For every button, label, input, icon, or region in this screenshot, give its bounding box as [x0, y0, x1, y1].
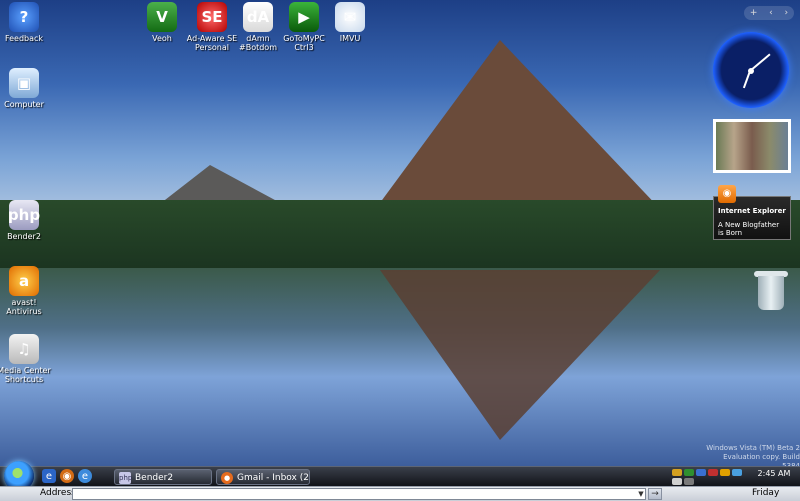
- desktop-icon-avast[interactable]: a avast! Antivirus: [0, 266, 56, 316]
- tray-icon[interactable]: [696, 469, 706, 476]
- sidebar-controls: + ‹ ›: [744, 6, 794, 20]
- ie-alt-quicklaunch-icon[interactable]: e: [78, 469, 92, 483]
- desktop-icon-imvu[interactable]: ✉ IMVU: [318, 2, 382, 43]
- media-center-icon: ♫: [9, 334, 39, 364]
- taskbar-clock[interactable]: 2:45 AM: [752, 469, 796, 478]
- help-icon: ?: [9, 2, 39, 32]
- recycle-bin[interactable]: [754, 268, 788, 312]
- watermark-line1: Windows Vista (TM) Beta 2: [706, 444, 800, 452]
- wallpaper-forest: [0, 200, 800, 270]
- clock-center: [748, 68, 754, 74]
- tray-icon[interactable]: [732, 469, 742, 476]
- tray-icon[interactable]: [672, 469, 682, 476]
- taskbar-button-gmail[interactable]: ● Gmail - Inbox (2) - ...: [216, 469, 310, 485]
- taskbar-button-label: Bender2: [135, 473, 174, 483]
- veoh-icon: V: [147, 2, 177, 32]
- add-gadget-button[interactable]: +: [750, 8, 758, 18]
- taskbar-button-bender2[interactable]: php Bender2: [114, 469, 212, 485]
- firefox-quicklaunch-icon[interactable]: ◉: [60, 469, 74, 483]
- desktop-icon-bender2[interactable]: php Bender2: [0, 200, 56, 241]
- desktop-icon-label: Feedback: [4, 34, 44, 43]
- desktop-icon-label: Media Center Shortcuts: [0, 366, 51, 384]
- slideshow-photo: [716, 122, 788, 170]
- recycle-bin-icon: [758, 276, 784, 310]
- address-toolbar: Address ▼ → Friday: [0, 486, 800, 501]
- feed-source: Internet Explorer: [718, 207, 786, 215]
- avast-icon: a: [9, 266, 39, 296]
- slideshow-gadget[interactable]: [713, 119, 791, 173]
- imvu-icon: ✉: [335, 2, 365, 32]
- desktop-icon-feedback[interactable]: ? Feedback: [0, 2, 56, 43]
- address-input[interactable]: [72, 488, 646, 500]
- gotomypc-icon: ▶: [289, 2, 319, 32]
- sidebar-prev-button[interactable]: ‹: [769, 8, 773, 18]
- adaware-icon: SE: [197, 2, 227, 32]
- desktop-icon-media-center[interactable]: ♫ Media Center Shortcuts: [0, 334, 56, 384]
- php-file-icon: php: [119, 472, 133, 484]
- chevron-down-icon[interactable]: ▼: [636, 489, 646, 499]
- desktop-icon-label: avast! Antivirus: [6, 298, 42, 316]
- computer-icon: ▣: [9, 68, 39, 98]
- desktop: ? Feedback ▣ Computer php Bender2 a avas…: [0, 0, 800, 466]
- php-file-icon: php: [8, 200, 40, 230]
- system-tray: [672, 469, 742, 485]
- desktop-icon-label: IMVU: [339, 34, 361, 43]
- firefox-icon: ●: [221, 472, 233, 484]
- feed-headlines-gadget[interactable]: ◉ Internet Explorer A New Blogfather is …: [713, 185, 791, 240]
- volume-icon[interactable]: [672, 478, 682, 485]
- day-label: Friday: [752, 488, 780, 498]
- feed-item[interactable]: A New Blogfather is Born: [718, 221, 786, 237]
- watermark-line2: Evaluation copy. Build 5384: [723, 453, 800, 466]
- clock-gadget[interactable]: [713, 32, 789, 108]
- go-button[interactable]: →: [648, 488, 662, 500]
- document-icon: dA: [243, 2, 273, 32]
- rss-icon: ◉: [718, 185, 736, 203]
- wallpaper-reflection: [380, 270, 660, 440]
- network-icon[interactable]: [684, 478, 694, 485]
- tray-icon[interactable]: [720, 469, 730, 476]
- desktop-icon-label: Computer: [4, 100, 44, 109]
- tray-icon[interactable]: [708, 469, 718, 476]
- ie-quicklaunch-icon[interactable]: e: [42, 469, 56, 483]
- desktop-icon-label: Bender2: [7, 232, 41, 241]
- sidebar-next-button[interactable]: ›: [784, 8, 788, 18]
- taskbar-button-label: Gmail - Inbox (2) - ...: [237, 473, 309, 483]
- address-label: Address: [40, 488, 76, 498]
- tray-icon[interactable]: [684, 469, 694, 476]
- desktop-icon-computer[interactable]: ▣ Computer: [0, 68, 56, 109]
- evaluation-watermark: Windows Vista (TM) Beta 2 Evaluation cop…: [704, 444, 800, 466]
- taskbar: e ◉ e php Bender2 ● Gmail - Inbox (2) - …: [0, 461, 800, 491]
